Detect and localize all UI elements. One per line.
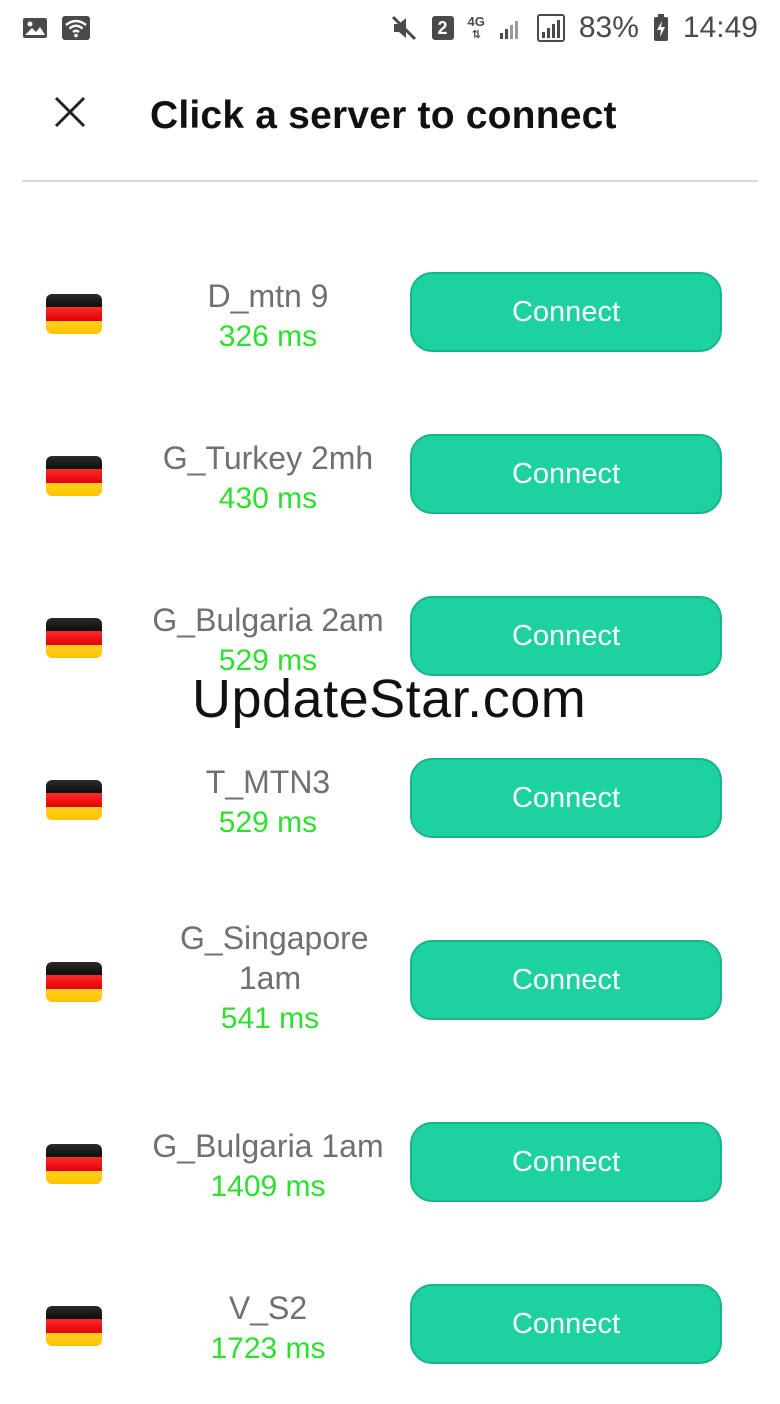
server-name: D_mtn 9: [207, 278, 329, 314]
close-icon: [53, 95, 87, 129]
page-title: Click a server to connect: [150, 94, 617, 137]
server-ping: 1723 ms: [210, 1332, 326, 1365]
germany-flag-icon: [46, 962, 102, 1002]
wifi-icon: [62, 16, 90, 40]
connect-button[interactable]: Connect: [410, 1284, 722, 1364]
mute-icon: [390, 14, 418, 42]
server-ping: 541 ms: [220, 1002, 320, 1035]
battery-charging-icon: [653, 14, 669, 42]
status-bar-left: [22, 16, 90, 40]
header: Click a server to connect: [0, 56, 780, 180]
battery-percent: 83%: [578, 11, 639, 44]
server-row: V_S2 1723 ms Connect: [0, 1284, 780, 1404]
server-name: T_MTN3: [205, 764, 331, 800]
connect-button[interactable]: Connect: [410, 272, 722, 352]
clock: 14:49: [682, 11, 758, 44]
signal-icon-secondary: [536, 14, 565, 42]
connect-button[interactable]: Connect: [410, 758, 722, 838]
server-info: G_Bulgaria 1am 1409 ms: [140, 1126, 396, 1206]
server-info: D_mtn 9 326 ms: [140, 276, 396, 356]
germany-flag-icon: [46, 780, 102, 820]
server-info: G_Singapore 1am 541 ms: [140, 918, 400, 1038]
server-name: G_Bulgaria 1am: [152, 1128, 384, 1164]
sim-slot-badge: 2: [431, 16, 454, 40]
germany-flag-icon: [46, 1144, 102, 1184]
watermark: UpdateStar.com: [192, 669, 587, 729]
header-divider: [22, 180, 758, 182]
server-name: G_Bulgaria 2am: [152, 602, 384, 638]
status-bar-right: 2 4G ⇅ 83% 14:49: [390, 11, 758, 45]
server-row: G_Turkey 2mh 430 ms Connect: [0, 434, 780, 554]
server-row: D_mtn 9 326 ms Connect: [0, 272, 780, 392]
server-ping: 529 ms: [218, 806, 318, 839]
close-button[interactable]: [46, 88, 94, 136]
connect-button[interactable]: Connect: [410, 1122, 722, 1202]
connect-button[interactable]: Connect: [410, 596, 722, 676]
server-name: G_Singapore 1am: [180, 920, 369, 996]
gallery-icon: [22, 17, 48, 39]
server-row: G_Singapore 1am 541 ms Connect: [0, 920, 780, 1060]
germany-flag-icon: [46, 294, 102, 334]
status-bar: 2 4G ⇅ 83% 14:49: [0, 0, 780, 56]
signal-icon: [499, 16, 523, 40]
network-type-label: 4G: [467, 13, 485, 29]
server-name: V_S2: [228, 1290, 308, 1326]
server-ping: 430 ms: [218, 482, 318, 515]
connect-button[interactable]: Connect: [410, 940, 722, 1020]
connect-button[interactable]: Connect: [410, 434, 722, 514]
network-type-icon: 4G ⇅: [467, 13, 485, 41]
server-row: G_Bulgaria 1am 1409 ms Connect: [0, 1122, 780, 1242]
server-info: V_S2 1723 ms: [140, 1288, 396, 1368]
server-ping: 326 ms: [218, 320, 318, 353]
server-info: T_MTN3 529 ms: [140, 762, 396, 842]
server-info: G_Turkey 2mh 430 ms: [140, 438, 396, 518]
server-row: T_MTN3 529 ms Connect: [0, 758, 780, 878]
server-ping: 1409 ms: [210, 1170, 326, 1203]
germany-flag-icon: [46, 456, 102, 496]
server-name: G_Turkey 2mh: [162, 440, 374, 476]
germany-flag-icon: [46, 1306, 102, 1346]
germany-flag-icon: [46, 618, 102, 658]
